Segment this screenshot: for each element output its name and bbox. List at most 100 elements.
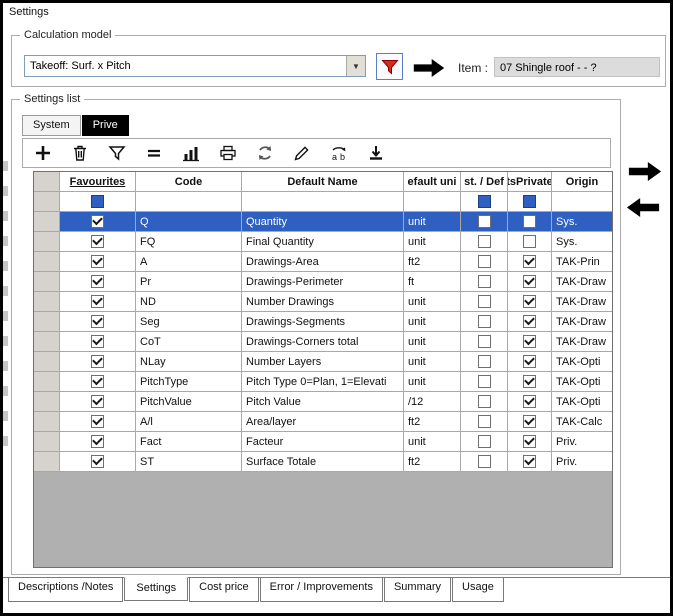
chart-button[interactable] xyxy=(179,141,203,165)
table-row[interactable]: STSurface Totaleft2Priv. xyxy=(34,452,612,472)
is-private-checkbox[interactable] xyxy=(523,295,536,308)
favourite-checkbox[interactable] xyxy=(91,215,104,228)
table-row[interactable]: PitchValuePitch Value/12TAK-Opti xyxy=(34,392,612,412)
inst-def-checkbox[interactable] xyxy=(478,415,491,428)
row-header-cell[interactable] xyxy=(34,332,60,352)
favourite-checkbox[interactable] xyxy=(91,255,104,268)
row-header-cell[interactable] xyxy=(34,212,60,232)
is-private-checkbox[interactable] xyxy=(523,275,536,288)
inst-def-checkbox[interactable] xyxy=(478,355,491,368)
row-header-cell[interactable] xyxy=(34,352,60,372)
favourite-checkbox[interactable] xyxy=(91,355,104,368)
favourite-checkbox[interactable] xyxy=(91,315,104,328)
bottom-tab-bar: Descriptions /Notes Settings Cost price … xyxy=(3,577,670,602)
go-arrow-icon[interactable] xyxy=(412,56,446,80)
row-header-cell[interactable] xyxy=(34,372,60,392)
chevron-down-icon[interactable]: ▼ xyxy=(346,56,365,76)
favourite-checkbox[interactable] xyxy=(91,395,104,408)
favourite-checkbox[interactable] xyxy=(91,335,104,348)
inst-def-filter-checkbox[interactable] xyxy=(478,195,491,208)
table-row[interactable]: PrDrawings-PerimeterftTAK-Draw xyxy=(34,272,612,292)
inst-def-checkbox[interactable] xyxy=(478,215,491,228)
header-inst-def[interactable]: st. / Def xyxy=(461,172,508,192)
is-private-checkbox[interactable] xyxy=(523,215,536,228)
tab-cost-price[interactable]: Cost price xyxy=(189,578,259,602)
delete-button[interactable] xyxy=(68,141,92,165)
favourite-checkbox[interactable] xyxy=(91,375,104,388)
tab-prive[interactable]: Prive xyxy=(82,115,129,136)
add-button[interactable] xyxy=(31,141,55,165)
inst-def-checkbox[interactable] xyxy=(478,435,491,448)
table-row[interactable]: SegDrawings-SegmentsunitTAK-Draw xyxy=(34,312,612,332)
favourite-checkbox[interactable] xyxy=(91,435,104,448)
is-private-checkbox[interactable] xyxy=(523,335,536,348)
is-private-checkbox[interactable] xyxy=(523,255,536,268)
tab-settings[interactable]: Settings xyxy=(124,577,188,601)
inst-def-checkbox[interactable] xyxy=(478,255,491,268)
row-header-cell[interactable] xyxy=(34,312,60,332)
refresh-button[interactable] xyxy=(253,141,277,165)
tab-usage[interactable]: Usage xyxy=(452,578,504,602)
is-private-checkbox[interactable] xyxy=(523,435,536,448)
tab-error-improvements[interactable]: Error / Improvements xyxy=(260,578,383,602)
is-private-checkbox[interactable] xyxy=(523,375,536,388)
is-private-checkbox[interactable] xyxy=(523,395,536,408)
table-row[interactable]: A/lArea/layerft2TAK-Calc xyxy=(34,412,612,432)
row-header-cell[interactable] xyxy=(34,412,60,432)
favourite-checkbox[interactable] xyxy=(91,415,104,428)
header-favourites[interactable]: Favourites xyxy=(60,172,136,192)
inst-def-checkbox[interactable] xyxy=(478,235,491,248)
row-header-cell[interactable] xyxy=(34,292,60,312)
tab-summary[interactable]: Summary xyxy=(384,578,451,602)
row-header-cell[interactable] xyxy=(34,392,60,412)
row-header-cell[interactable] xyxy=(34,432,60,452)
table-row[interactable]: QQuantityunitSys. xyxy=(34,212,612,232)
header-is-private[interactable]: tsPrivate xyxy=(508,172,552,192)
header-default-unit[interactable]: efault uni xyxy=(404,172,461,192)
header-origin[interactable]: Origin xyxy=(552,172,612,192)
inst-def-checkbox[interactable] xyxy=(478,455,491,468)
filter-button[interactable] xyxy=(105,141,129,165)
remove-filter-button[interactable] xyxy=(142,141,166,165)
table-row[interactable]: ADrawings-Areaft2TAK-Prin xyxy=(34,252,612,272)
import-button[interactable] xyxy=(364,141,388,165)
favourite-checkbox[interactable] xyxy=(91,295,104,308)
row-header-cell[interactable] xyxy=(34,252,60,272)
rename-button[interactable]: ab xyxy=(327,141,351,165)
inst-def-checkbox[interactable] xyxy=(478,375,491,388)
favourite-checkbox[interactable] xyxy=(91,235,104,248)
favourite-checkbox[interactable] xyxy=(91,455,104,468)
inst-def-checkbox[interactable] xyxy=(478,395,491,408)
is-private-filter-checkbox[interactable] xyxy=(523,195,536,208)
is-private-checkbox[interactable] xyxy=(523,315,536,328)
print-button[interactable] xyxy=(216,141,240,165)
row-header-cell[interactable] xyxy=(34,232,60,252)
tab-descriptions-notes[interactable]: Descriptions /Notes xyxy=(8,578,123,602)
inst-def-checkbox[interactable] xyxy=(478,295,491,308)
move-right-arrow-icon[interactable] xyxy=(627,159,663,184)
calculation-model-dropdown[interactable]: Takeoff: Surf. x Pitch ▼ xyxy=(24,55,366,77)
favourites-filter-checkbox[interactable] xyxy=(91,195,104,208)
model-filter-button[interactable] xyxy=(376,53,403,80)
row-header-cell[interactable] xyxy=(34,452,60,472)
inst-def-checkbox[interactable] xyxy=(478,275,491,288)
table-row[interactable]: FactFacteurunitPriv. xyxy=(34,432,612,452)
tab-system[interactable]: System xyxy=(22,115,81,136)
is-private-checkbox[interactable] xyxy=(523,235,536,248)
table-row[interactable]: NDNumber DrawingsunitTAK-Draw xyxy=(34,292,612,312)
move-left-arrow-icon[interactable] xyxy=(625,195,661,220)
is-private-checkbox[interactable] xyxy=(523,455,536,468)
edit-button[interactable] xyxy=(290,141,314,165)
header-code[interactable]: Code xyxy=(136,172,242,192)
table-row[interactable]: FQFinal QuantityunitSys. xyxy=(34,232,612,252)
table-row[interactable]: CoTDrawings-Corners totalunitTAK-Draw xyxy=(34,332,612,352)
inst-def-checkbox[interactable] xyxy=(478,335,491,348)
table-row[interactable]: NLayNumber LayersunitTAK-Opti xyxy=(34,352,612,372)
is-private-checkbox[interactable] xyxy=(523,355,536,368)
header-default-name[interactable]: Default Name xyxy=(242,172,404,192)
inst-def-checkbox[interactable] xyxy=(478,315,491,328)
is-private-checkbox[interactable] xyxy=(523,415,536,428)
table-row[interactable]: PitchTypePitch Type 0=Plan, 1=Elevatiuni… xyxy=(34,372,612,392)
row-header-cell[interactable] xyxy=(34,272,60,292)
favourite-checkbox[interactable] xyxy=(91,275,104,288)
